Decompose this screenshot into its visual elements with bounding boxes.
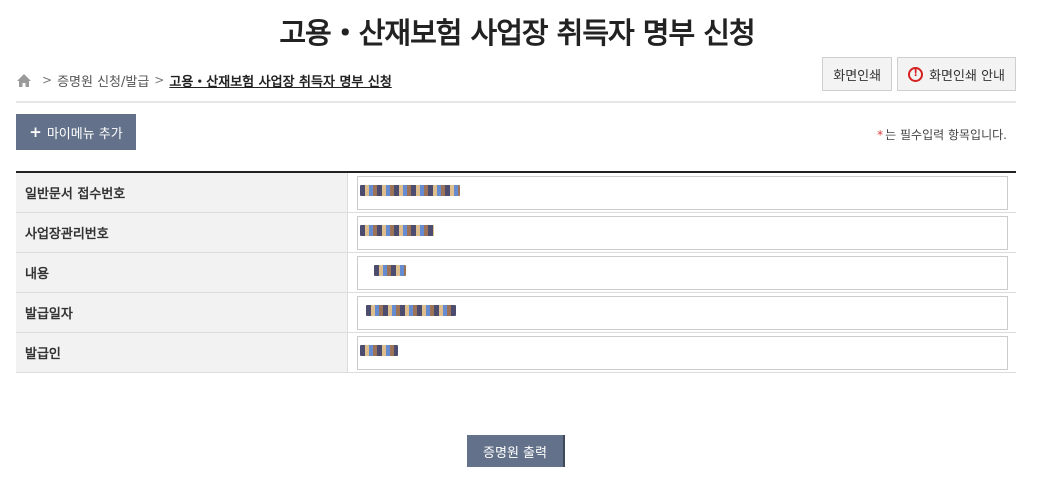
breadcrumb-item-current[interactable]: 고용・산재보험 사업장 취득자 명부 신청 [169, 71, 391, 90]
print-screen-button[interactable]: 화면인쇄 [822, 57, 893, 91]
divider [16, 101, 1016, 103]
redacted-value [360, 225, 434, 236]
form-label: 사업장관리번호 [16, 213, 348, 252]
required-note: * 는 필수입력 항목입니다. [877, 126, 1007, 143]
top-button-group: 화면인쇄 ! 화면인쇄 안내 [822, 57, 1016, 91]
form-table: 일반문서 접수번호 사업장관리번호 내용 발급일자 발급인 [16, 171, 1016, 373]
content-input[interactable] [357, 255, 1008, 290]
print-guide-button[interactable]: ! 화면인쇄 안내 [897, 57, 1016, 91]
breadcrumb: > 증명원 신청/발급 > 고용・산재보험 사업장 취득자 명부 신청 [16, 70, 392, 90]
chevron-right-icon: > [42, 73, 53, 87]
redacted-value [374, 265, 406, 276]
form-row-site-number: 사업장관리번호 [16, 213, 1016, 253]
add-mymenu-button[interactable]: + 마이메뉴 추가 [16, 114, 136, 150]
form-label: 발급일자 [16, 293, 348, 332]
alert-icon: ! [908, 66, 924, 82]
form-row-issuer: 발급인 [16, 333, 1016, 373]
form-cell [348, 293, 1016, 332]
form-cell [348, 213, 1016, 252]
page-title: 고용・산재보험 사업장 취득자 명부 신청 [279, 16, 755, 50]
redacted-value [366, 305, 456, 316]
required-note-text: 는 필수입력 항목입니다. [885, 128, 1007, 142]
form-label: 일반문서 접수번호 [16, 173, 348, 212]
form-label: 내용 [16, 253, 348, 292]
form-cell [348, 333, 1016, 372]
plus-icon: + [29, 123, 42, 141]
issuer-input[interactable] [357, 335, 1008, 370]
form-cell [348, 173, 1016, 212]
site-management-number-input[interactable] [357, 215, 1008, 250]
breadcrumb-item-certificate[interactable]: 증명원 신청/발급 [57, 71, 149, 90]
redacted-value [360, 345, 398, 356]
redacted-value [360, 185, 460, 196]
form-cell [348, 253, 1016, 292]
add-mymenu-label: 마이메뉴 추가 [46, 126, 123, 142]
form-label: 발급인 [16, 333, 348, 372]
print-certificate-button[interactable]: 증명원 출력 [467, 435, 565, 467]
form-row-issue-date: 발급일자 [16, 293, 1016, 333]
form-row-content: 내용 [16, 253, 1016, 293]
home-icon[interactable] [16, 73, 32, 88]
chevron-right-icon: > [154, 73, 165, 87]
required-star: * [877, 128, 884, 142]
print-guide-label: 화면인쇄 안내 [929, 68, 1005, 84]
form-row-receipt-number: 일반문서 접수번호 [16, 173, 1016, 213]
